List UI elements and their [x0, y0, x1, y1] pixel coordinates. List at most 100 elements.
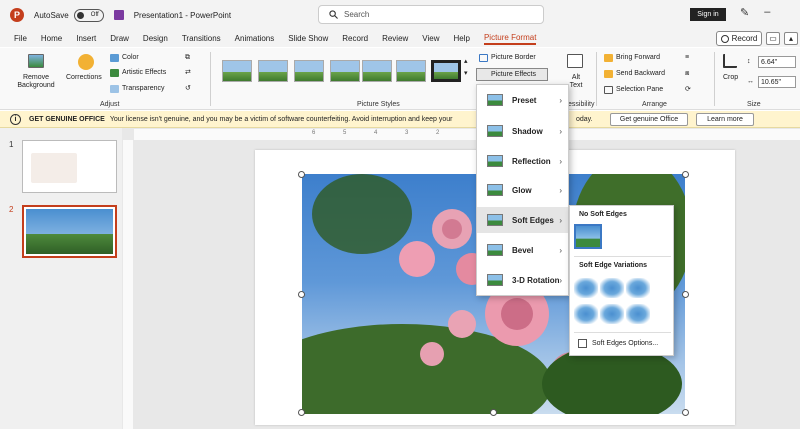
resize-handle[interactable]: [682, 291, 689, 298]
autosave-toggle[interactable]: Off: [73, 8, 104, 22]
rotate-icon[interactable]: ⟳: [685, 86, 691, 94]
resize-handle[interactable]: [298, 409, 305, 416]
artistic-effects-button[interactable]: Artistic Effects: [122, 69, 166, 77]
search-placeholder: Search: [344, 10, 370, 19]
resize-handle[interactable]: [490, 409, 497, 416]
menu-item-glow[interactable]: Glow ›: [477, 177, 568, 203]
styles-scroll-up-icon[interactable]: ▴: [464, 58, 468, 66]
styles-scroll-down-icon[interactable]: ▾: [464, 70, 468, 78]
resize-handle[interactable]: [682, 171, 689, 178]
comments-icon[interactable]: ▭: [766, 32, 780, 45]
height-input[interactable]: 6.64": [758, 56, 796, 68]
tab-record[interactable]: Record: [342, 34, 368, 43]
sign-in-button[interactable]: Sign in: [690, 8, 726, 21]
selection-pane-button[interactable]: Selection Pane: [616, 86, 663, 94]
tab-help[interactable]: Help: [454, 34, 470, 43]
share-icon[interactable]: ▴: [784, 32, 798, 45]
search-box[interactable]: Search: [318, 5, 544, 24]
transparency-button[interactable]: Transparency: [122, 85, 165, 93]
remove-background-button[interactable]: Remove Background: [14, 74, 58, 90]
artistic-effects-icon: [110, 69, 119, 77]
width-input[interactable]: 10.65": [758, 76, 796, 88]
tab-draw[interactable]: Draw: [110, 34, 129, 43]
tab-view[interactable]: View: [422, 34, 439, 43]
picture-style-2[interactable]: [258, 60, 288, 82]
tab-animations[interactable]: Animations: [235, 34, 275, 43]
menu-item-3d-rotation[interactable]: 3-D Rotation ›: [477, 267, 568, 293]
picture-style-5[interactable]: [362, 60, 392, 82]
record-button[interactable]: Record: [716, 31, 762, 46]
change-picture-icon[interactable]: ⇄: [185, 69, 191, 77]
menu-item-label: Soft Edges: [512, 215, 554, 225]
picture-style-6[interactable]: [396, 60, 426, 82]
tab-review[interactable]: Review: [382, 34, 408, 43]
picture-style-1[interactable]: [222, 60, 252, 82]
align-icon[interactable]: ≡: [685, 54, 689, 62]
tab-picture-format[interactable]: Picture Format: [483, 33, 537, 45]
color-button[interactable]: Color: [122, 54, 139, 62]
soft-edge-variation-6[interactable]: [626, 304, 650, 324]
crop-button[interactable]: Crop: [723, 74, 738, 82]
remove-background-icon[interactable]: [28, 54, 44, 68]
compress-pictures-icon[interactable]: ⧉: [185, 54, 190, 62]
soft-edge-variation-5[interactable]: [600, 304, 624, 324]
learn-more-button[interactable]: Learn more: [696, 113, 754, 126]
picture-effects-label: Picture Effects: [491, 71, 537, 78]
adjust-group-label: Adjust: [100, 101, 120, 108]
tab-slide-show[interactable]: Slide Show: [288, 34, 328, 43]
group-icon[interactable]: ⧈: [685, 70, 689, 78]
soft-edge-variation-4[interactable]: [574, 304, 598, 324]
no-soft-edges-option[interactable]: [574, 224, 602, 249]
corrections-button[interactable]: Corrections: [66, 74, 102, 82]
ruler-tick: 5: [343, 130, 347, 136]
pen-icon[interactable]: ✎: [740, 6, 749, 19]
tab-design[interactable]: Design: [143, 34, 168, 43]
crop-icon[interactable]: [723, 54, 737, 68]
slide-number-1: 1: [9, 140, 14, 149]
tab-home[interactable]: Home: [41, 34, 62, 43]
divider: [574, 332, 671, 333]
resize-handle[interactable]: [298, 171, 305, 178]
resize-handle[interactable]: [682, 409, 689, 416]
reset-picture-icon[interactable]: ↺: [185, 85, 191, 93]
tab-transitions[interactable]: Transitions: [182, 34, 221, 43]
picture-style-3[interactable]: [294, 60, 324, 82]
menu-item-bevel[interactable]: Bevel ›: [477, 237, 568, 263]
alt-text-button[interactable]: Alt Text: [568, 74, 584, 90]
soft-edges-icon: [487, 214, 503, 226]
soft-edge-variations-heading: Soft Edge Variations: [579, 262, 648, 269]
tab-insert[interactable]: Insert: [76, 34, 96, 43]
get-genuine-office-button[interactable]: Get genuine Office: [610, 113, 688, 126]
menu-item-soft-edges[interactable]: Soft Edges ›: [477, 207, 568, 233]
powerpoint-logo-icon: P: [10, 8, 24, 22]
bring-forward-button[interactable]: Bring Forward: [616, 54, 660, 62]
send-backward-button[interactable]: Send Backward: [616, 70, 665, 78]
divider: [596, 52, 597, 106]
soft-edge-variation-2[interactable]: [600, 278, 624, 298]
picture-style-4[interactable]: [330, 60, 360, 82]
slide-thumbnail-1[interactable]: [22, 140, 117, 193]
menu-item-shadow[interactable]: Shadow ›: [477, 118, 568, 144]
soft-edge-variation-1[interactable]: [574, 278, 598, 298]
notice-message-tail: oday.: [576, 115, 593, 123]
alt-text-icon[interactable]: [567, 54, 583, 68]
autosave-state: Off: [90, 12, 99, 18]
soft-edge-variation-3[interactable]: [626, 278, 650, 298]
chevron-right-icon: ›: [559, 245, 562, 255]
3d-rotation-icon: [487, 274, 503, 286]
menu-item-reflection[interactable]: Reflection ›: [477, 148, 568, 174]
soft-edges-options-button[interactable]: Soft Edges Options...: [578, 339, 658, 348]
menu-item-preset[interactable]: Preset ›: [477, 87, 568, 113]
bring-forward-icon: [604, 54, 613, 62]
ruler-tick: 2: [436, 130, 440, 136]
picture-style-7[interactable]: [431, 60, 461, 82]
picture-effects-button[interactable]: Picture Effects: [476, 68, 548, 81]
minimize-icon[interactable]: –: [764, 6, 770, 19]
menu-item-label: 3-D Rotation: [512, 275, 560, 285]
tab-file[interactable]: File: [14, 34, 27, 43]
corrections-icon[interactable]: [78, 54, 94, 70]
picture-border-button[interactable]: Picture Border: [491, 54, 536, 62]
slide-thumbnail-2[interactable]: [22, 205, 117, 258]
resize-handle[interactable]: [298, 291, 305, 298]
save-icon[interactable]: [113, 10, 124, 20]
